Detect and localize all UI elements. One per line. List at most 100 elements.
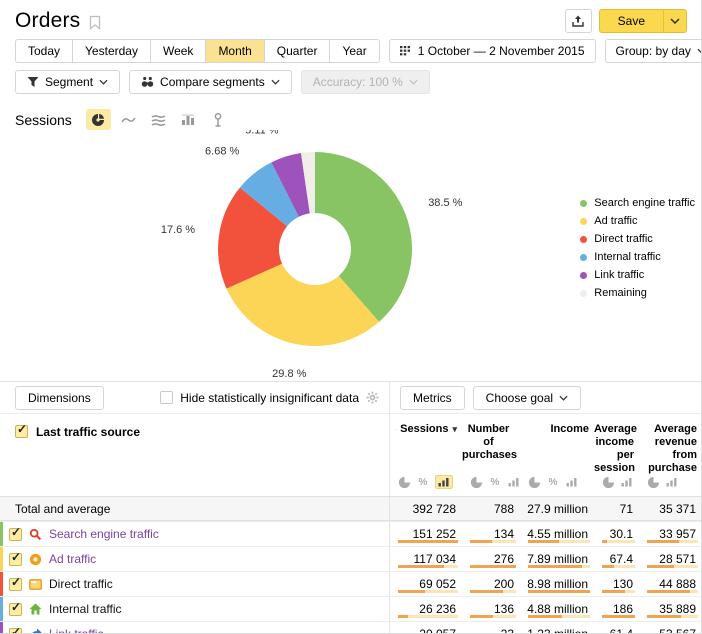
compare-segments-button[interactable]: Compare segments xyxy=(129,70,292,94)
tab-quarter[interactable]: Quarter xyxy=(265,39,331,63)
metric-value: 26 236 xyxy=(419,602,456,616)
metrics-button[interactable]: Metrics xyxy=(400,386,465,410)
pie-percent-label: 17.6 % xyxy=(161,224,195,236)
date-range-tabs: TodayYesterdayWeekMonthQuarterYear xyxy=(15,39,380,63)
columns-display-button[interactable] xyxy=(507,475,521,489)
column-header-label[interactable]: ?Sessions ▾ xyxy=(390,414,462,436)
row-label-cell: Search engine traffic xyxy=(0,522,390,546)
search-icon xyxy=(29,528,42,541)
columns-display-button[interactable] xyxy=(620,475,634,489)
chevron-down-icon xyxy=(559,395,568,401)
legend-dot xyxy=(580,200,587,207)
pie-display-button[interactable] xyxy=(601,475,615,489)
row-checkbox[interactable] xyxy=(9,528,22,541)
row-link-link-traffic[interactable]: Link traffic xyxy=(49,627,103,634)
metric-value: 151 252 xyxy=(413,527,456,541)
accuracy-label: Accuracy: 100 % xyxy=(313,75,403,89)
segment-toolbar: Segment Compare segments Accuracy: 100 % xyxy=(0,63,701,96)
columns-display-button[interactable] xyxy=(665,475,679,489)
date-range-button[interactable]: 1 October — 2 November 2015 xyxy=(389,39,596,63)
value-bar-fill xyxy=(470,540,492,543)
value-bar-track xyxy=(398,615,458,618)
dimension-header-label: Last traffic source xyxy=(36,425,140,439)
dimension-checkbox[interactable] xyxy=(15,425,28,438)
legend-label: Ad traffic xyxy=(594,212,637,230)
save-button[interactable]: Save xyxy=(599,9,663,33)
tab-today[interactable]: Today xyxy=(15,39,73,63)
row-checkbox[interactable] xyxy=(9,628,22,634)
gear-icon[interactable] xyxy=(366,391,379,404)
column-header-label: Average income per session xyxy=(594,414,639,475)
metric-value: 23 xyxy=(501,627,514,634)
metric-value: 8.98 million xyxy=(527,577,588,591)
row-label-cell: Link traffic xyxy=(0,622,390,634)
page-title: Orders xyxy=(15,9,80,33)
row-link-search-engine-traffic[interactable]: Search engine traffic xyxy=(49,527,159,541)
pie-display-button[interactable] xyxy=(646,475,660,489)
row-link-direct-traffic[interactable]: Direct traffic xyxy=(49,577,113,591)
tab-month[interactable]: Month xyxy=(206,39,264,63)
pie-display-button[interactable] xyxy=(397,475,411,489)
pie-display-button[interactable] xyxy=(469,475,483,489)
value-bar-track xyxy=(647,540,698,543)
value-bar-fill xyxy=(647,540,679,543)
date-toolbar: TodayYesterdayWeekMonthQuarterYear 1 Oct… xyxy=(0,36,701,63)
value-bar-fill xyxy=(470,590,503,593)
legend-item-ad-traffic[interactable]: Ad traffic xyxy=(580,212,695,230)
legend-item-internal-traffic[interactable]: Internal traffic xyxy=(580,248,695,266)
legend-item-search-engine-traffic[interactable]: Search engine traffic xyxy=(580,194,695,212)
total-row-label-cell: Total and average xyxy=(0,497,390,520)
dimension-header-cell: Last traffic source xyxy=(0,414,390,496)
percent-display-button[interactable]: % xyxy=(416,475,430,489)
legend-item-direct-traffic[interactable]: Direct traffic xyxy=(580,230,695,248)
chart-type-stacked-area-chart-button[interactable] xyxy=(146,109,171,130)
bookmark-icon[interactable] xyxy=(89,15,101,30)
pie-display-button[interactable] xyxy=(527,475,541,489)
value-bar-fill xyxy=(398,590,425,593)
metric-cell: 788 xyxy=(462,497,520,520)
tab-year[interactable]: Year xyxy=(330,39,379,63)
metric-cell: 53 567 xyxy=(639,622,702,634)
row-label-cell: Internal traffic xyxy=(0,597,390,621)
chart-type-pie-chart-button[interactable] xyxy=(86,109,111,130)
legend-item-link-traffic[interactable]: Link traffic xyxy=(580,266,695,284)
metric-value: 117 034 xyxy=(414,552,457,566)
row-checkbox[interactable] xyxy=(9,578,22,591)
chart-type-visitor-pin-button[interactable] xyxy=(206,109,231,130)
row-link-internal-traffic[interactable]: Internal traffic xyxy=(49,602,121,616)
row-checkbox[interactable] xyxy=(9,603,22,616)
header-actions: Save xyxy=(565,9,687,33)
metric-cell: 61.4 xyxy=(594,622,639,634)
chart-type-line-chart-button[interactable] xyxy=(116,109,141,130)
columns-display-button[interactable] xyxy=(565,475,579,489)
legend-dot xyxy=(580,272,587,279)
metric-cell: 8.98 million xyxy=(520,572,594,596)
tab-yesterday[interactable]: Yesterday xyxy=(73,39,151,63)
tab-week[interactable]: Week xyxy=(151,39,206,63)
metric-cell: 151 252 xyxy=(390,522,462,546)
value-bar-track xyxy=(470,540,516,543)
row-link-ad-traffic[interactable]: Ad traffic xyxy=(49,552,96,566)
value-bar-track xyxy=(528,615,590,618)
legend-item-remaining[interactable]: Remaining xyxy=(580,284,695,302)
metric-cell: 136 xyxy=(462,597,520,621)
table-row-direct-traffic: Direct traffic69 0522008.98 million13044… xyxy=(0,571,701,596)
legend-label: Search engine traffic xyxy=(594,194,695,212)
group-by-button[interactable]: Group: by day xyxy=(605,39,702,63)
legend-label: Direct traffic xyxy=(594,230,652,248)
chart-type-column-chart-button[interactable] xyxy=(176,109,201,130)
save-dropdown-button[interactable] xyxy=(663,9,687,33)
chart-legend: Search engine trafficAd trafficDirect tr… xyxy=(580,194,695,302)
hide-insignificant-checkbox[interactable] xyxy=(160,391,173,404)
dimensions-button[interactable]: Dimensions xyxy=(15,386,104,410)
percent-display-button[interactable]: % xyxy=(546,475,560,489)
direct-window-icon xyxy=(29,579,42,590)
metric-value: 44 888 xyxy=(659,577,696,591)
columns-display-button[interactable] xyxy=(435,475,453,489)
choose-goal-button[interactable]: Choose goal xyxy=(473,386,581,410)
export-button[interactable] xyxy=(565,9,592,33)
row-checkbox[interactable] xyxy=(9,553,22,566)
segment-button[interactable]: Segment xyxy=(15,70,120,94)
help-icon[interactable]: ? xyxy=(395,424,396,436)
percent-display-button[interactable]: % xyxy=(488,475,502,489)
